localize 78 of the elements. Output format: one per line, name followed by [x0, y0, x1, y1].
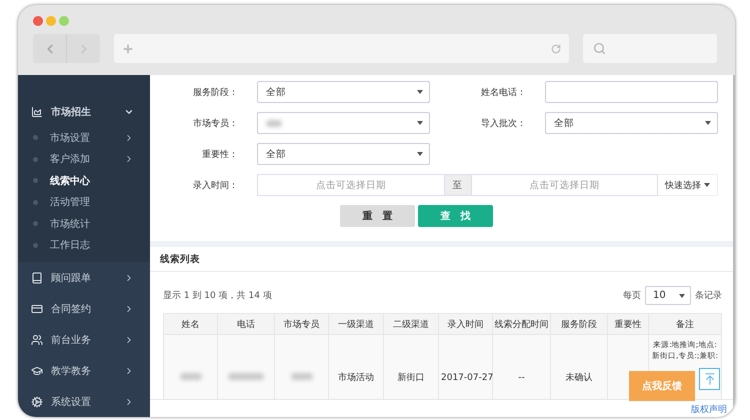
menu-item[interactable]: 市场设置: [18, 127, 150, 148]
redacted-text: [180, 372, 202, 380]
menu-group[interactable]: 教学教务: [18, 355, 150, 386]
card-icon: [31, 302, 43, 314]
menu-group[interactable]: 前台业务: [18, 324, 150, 355]
menu-item[interactable]: 线索中心: [18, 170, 150, 192]
redacted-text: [290, 372, 312, 380]
end-date-field[interactable]: 点击可选择日期: [470, 174, 658, 196]
menu-group[interactable]: 合同签约: [18, 293, 150, 324]
bullet-icon: [33, 156, 38, 162]
column-header: 备注: [648, 314, 722, 334]
gears-icon: [31, 396, 43, 408]
page-size-unit: 条记录: [695, 290, 722, 302]
quick-select-button[interactable]: 快速选择: [658, 174, 718, 196]
column-header: 姓名: [164, 314, 218, 334]
bullet-icon: [33, 135, 38, 140]
field-label: 姓名电话：: [480, 86, 526, 98]
select-field[interactable]: 全部: [545, 112, 718, 134]
column-header: 市场专员: [274, 314, 328, 334]
select-field[interactable]: [257, 112, 430, 134]
column-header: 重要性: [608, 314, 648, 334]
copyright-link[interactable]: 版权声明: [691, 403, 727, 417]
menu-item[interactable]: 活动管理: [18, 192, 150, 213]
search-icon: [593, 42, 606, 55]
panel-title: 线索列表: [160, 252, 200, 266]
caret-icon: [417, 152, 423, 156]
menu-group[interactable]: 顾问跟单: [18, 262, 150, 293]
table-cell: 新街口: [384, 334, 438, 399]
reload-icon[interactable]: [551, 44, 561, 54]
search-field[interactable]: [583, 34, 717, 63]
field-label: 导入批次：: [480, 118, 526, 130]
reset-button[interactable]: 重 置: [340, 205, 415, 227]
column-header: 电话: [218, 314, 274, 334]
people-icon: [31, 334, 43, 346]
field-label: 录入时间：: [192, 180, 238, 192]
caret-icon: [417, 121, 423, 125]
cap-icon: [31, 364, 43, 376]
arrow-up-icon: [702, 372, 716, 386]
bullet-icon: [33, 200, 38, 205]
bullet-icon: [33, 242, 38, 248]
column-header: 录入时间: [438, 314, 492, 334]
menu-item[interactable]: 客户添加: [18, 148, 150, 170]
column-header: 线索分配时间: [492, 314, 550, 334]
caret-icon: [704, 183, 710, 187]
menu-group[interactable]: 系统设置: [18, 386, 150, 417]
field-label: 重要性：: [201, 148, 238, 160]
select-field[interactable]: 全部: [257, 81, 430, 103]
table-cell: 2017-07-27: [438, 334, 492, 399]
start-date-field[interactable]: 点击可选择日期: [257, 174, 444, 196]
column-header: 服务阶段: [550, 314, 608, 334]
column-header: 一级渠道: [328, 314, 384, 334]
menu-group[interactable]: 市场招生: [18, 96, 150, 127]
table-cell: 未确认: [550, 334, 608, 399]
select-field[interactable]: 全部: [257, 143, 430, 165]
book-icon: [31, 272, 43, 284]
caret-icon: [679, 294, 685, 298]
table-cell: --: [492, 334, 550, 399]
page-size-select[interactable]: 10: [645, 286, 691, 305]
page-size-label: 每页: [623, 290, 641, 302]
field-label: 市场专员：: [192, 118, 238, 130]
menu-item[interactable]: 市场统计: [18, 213, 150, 234]
bullet-icon: [33, 178, 38, 184]
menu-item[interactable]: 工作日志: [18, 234, 150, 256]
column-header: 二级渠道: [384, 314, 438, 334]
address-bar[interactable]: [114, 34, 569, 63]
caret-icon: [705, 121, 711, 125]
field-label: 服务阶段：: [192, 86, 238, 98]
redacted-text: [228, 372, 264, 380]
input-field[interactable]: [545, 81, 718, 103]
plus-icon[interactable]: [122, 42, 134, 54]
bullet-icon: [33, 221, 38, 226]
caret-icon: [417, 90, 423, 94]
redacted-text: [266, 120, 282, 126]
table-cell: 市场活动: [328, 334, 384, 399]
chart-icon: [31, 106, 43, 118]
result-summary: 显示 1 到 10 项，共 14 项: [163, 290, 272, 302]
back-to-top-button[interactable]: [699, 368, 720, 390]
range-separator: 至: [444, 174, 470, 196]
